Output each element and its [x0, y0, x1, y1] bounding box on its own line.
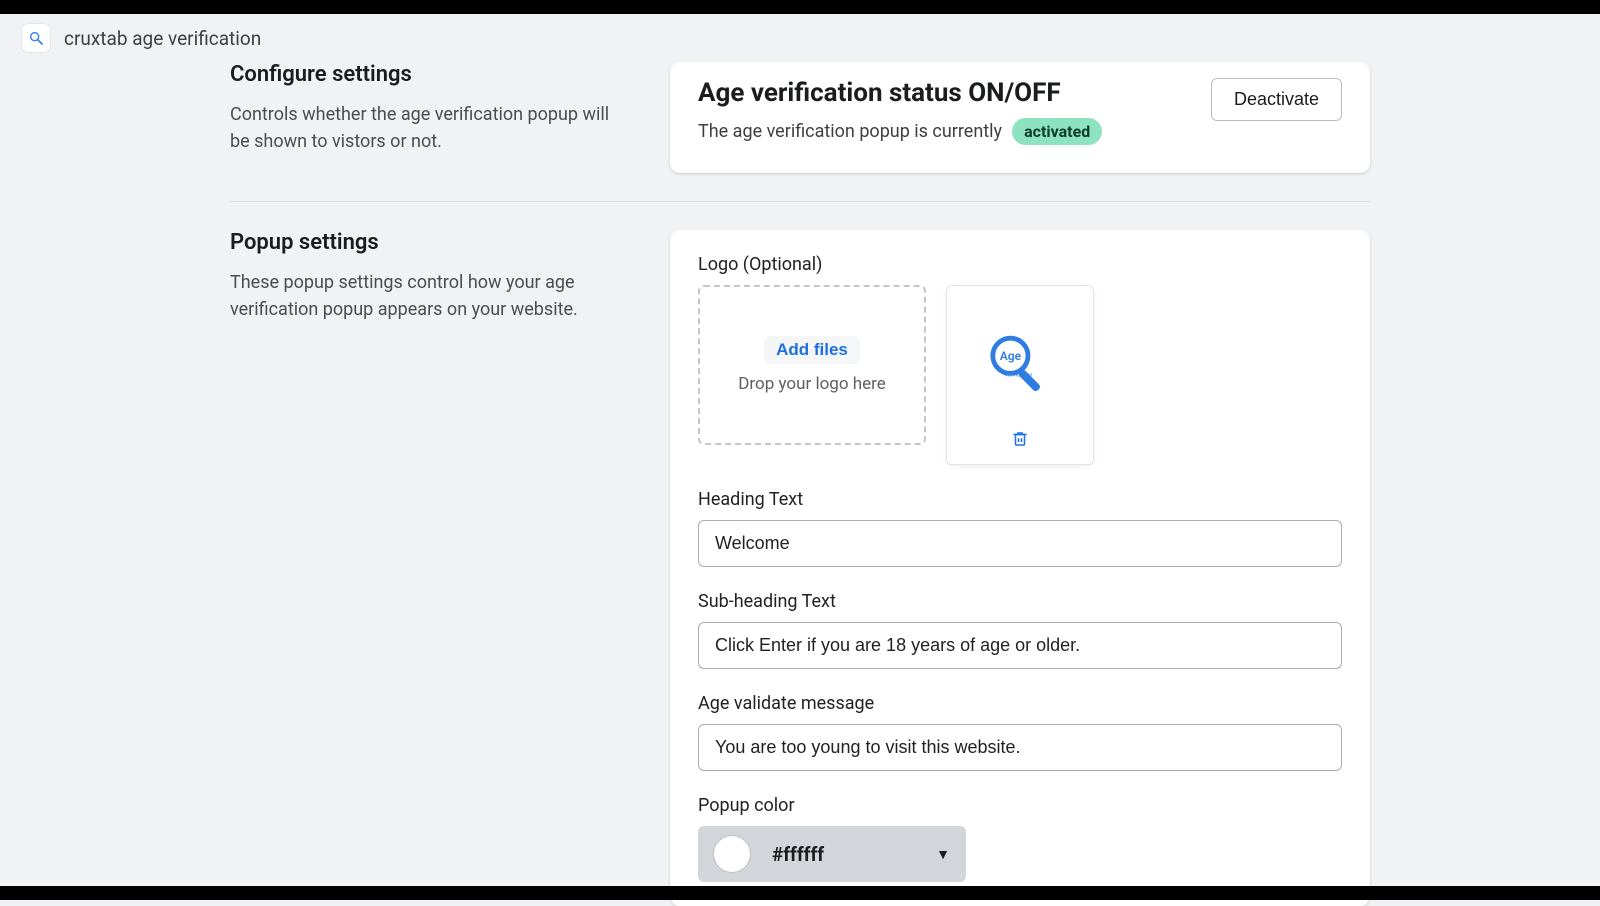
svg-text:Age: Age [1000, 349, 1022, 363]
status-line: The age verification popup is currently … [698, 118, 1102, 145]
status-badge: activated [1012, 118, 1102, 145]
age-validate-input[interactable] [698, 724, 1342, 771]
trash-icon [1011, 430, 1029, 448]
popup-settings-heading: Popup settings [230, 230, 630, 255]
window-bottom-bar [0, 886, 1600, 900]
logo-preview: Age Verification [946, 285, 1094, 465]
logo-dropzone[interactable]: Add files Drop your logo here [698, 285, 926, 445]
popup-color-label: Popup color [698, 795, 1342, 816]
add-files-button[interactable]: Add files [764, 336, 860, 364]
configure-description: Controls whether the age verification po… [230, 101, 630, 155]
color-swatch [714, 836, 750, 872]
popup-settings-description: These popup settings control how your ag… [230, 269, 630, 323]
status-title: Age verification status ON/OFF [698, 78, 1102, 108]
popup-color-picker[interactable]: #ffffff ▼ [698, 826, 966, 882]
status-text: The age verification popup is currently [698, 121, 1002, 142]
logo-label: Logo (Optional) [698, 254, 1342, 275]
heading-text-input[interactable] [698, 520, 1342, 567]
magnifier-icon [28, 30, 44, 46]
app-title: cruxtab age verification [64, 27, 261, 50]
status-card: Age verification status ON/OFF The age v… [670, 62, 1370, 173]
subheading-text-input[interactable] [698, 622, 1342, 669]
drop-hint: Drop your logo here [738, 374, 885, 394]
window-top-bar [0, 0, 1600, 14]
section-divider [230, 201, 1370, 202]
app-icon [22, 24, 50, 52]
deactivate-button[interactable]: Deactivate [1211, 78, 1342, 121]
age-validate-label: Age validate message [698, 693, 1342, 714]
chevron-down-icon: ▼ [936, 846, 950, 863]
subheading-text-label: Sub-heading Text [698, 591, 1342, 612]
color-value: #ffffff [772, 843, 914, 866]
configure-heading: Configure settings [230, 62, 630, 87]
heading-text-label: Heading Text [698, 489, 1342, 510]
logo-preview-image: Age Verification [980, 304, 1060, 430]
popup-settings-card: Logo (Optional) Add files Drop your logo… [670, 230, 1370, 906]
delete-logo-button[interactable] [1011, 430, 1029, 452]
app-header: cruxtab age verification [0, 14, 1600, 62]
